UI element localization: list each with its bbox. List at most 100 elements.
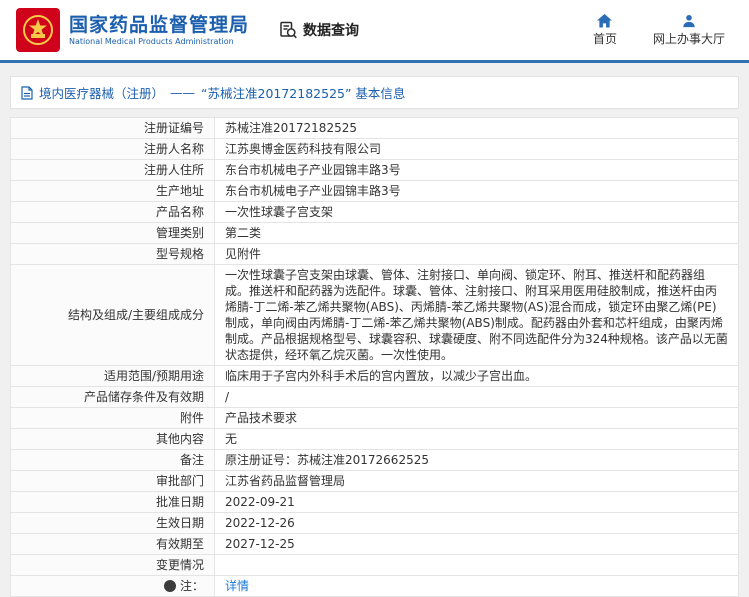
breadcrumb-category: 境内医疗器械（注册） [39,86,165,101]
row-value: 东台市机械电子产业园锦丰路3号 [214,180,739,202]
row-label: 审批部门 [10,470,215,492]
row-label-text: 管理类别 [155,226,204,240]
table-row: 注册证编号 苏械注准20172182525 [10,117,739,139]
table-row: 注册人名称 江苏奥博金医药科技有限公司 [10,138,739,160]
row-label-text: 注： [179,579,204,593]
user-icon [682,14,696,28]
nav-home-label: 首页 [592,31,617,46]
org-names: 国家药品监督管理局 National Medical Products Admi… [69,14,249,46]
row-label-text: 注册人住所 [143,163,204,177]
row-label: 备注 [10,449,215,471]
row-value: 2027-12-25 [214,533,739,555]
table-row: 注： 详情 [10,575,739,597]
table-row: 产品名称 一次性球囊子宫支架 [10,201,739,223]
site-header: 国家药品监督管理局 National Medical Products Admi… [0,0,749,63]
table-row: 适用范围/预期用途 临床用于子宫内外科手术后的宫内置放，以减少子宫出血。 [10,365,739,387]
table-row: 批准日期 2022-09-21 [10,491,739,513]
row-label-text: 型号规格 [155,247,204,261]
row-label-text: 审批部门 [155,474,204,488]
row-value: 临床用于子宫内外科手术后的宫内置放，以减少子宫出血。 [214,365,739,387]
row-label-text: 注册证编号 [143,121,204,135]
row-label: 生产地址 [10,180,215,202]
row-label-text: 附件 [179,411,204,425]
row-value: 东台市机械电子产业园锦丰路3号 [214,159,739,181]
row-value: 详情 [214,575,739,597]
row-label: 有效期至 [10,533,215,555]
home-icon [597,13,613,28]
row-label-text: 备注 [179,453,204,467]
detail-link[interactable]: 详情 [225,579,249,593]
nav-data-query[interactable]: 数据查询 [279,20,359,40]
row-value: 原注册证号：苏械注准20172662525 [214,449,739,471]
row-value: 2022-12-26 [214,512,739,534]
table-row: 生效日期 2022-12-26 [10,512,739,534]
row-label-text: 适用范围/预期用途 [103,369,204,383]
table-row: 结构及组成/主要组成成分 一次性球囊子宫支架由球囊、管体、注射接口、单向阀、锁定环… [10,264,739,366]
site-logo[interactable]: 国家药品监督管理局 National Medical Products Admi… [16,8,249,52]
row-label: 管理类别 [10,222,215,244]
row-label: 注册证编号 [10,117,215,139]
data-query-label: 数据查询 [303,23,360,39]
row-value: 2022-09-21 [214,491,739,513]
row-label: 产品储存条件及有效期 [10,386,215,408]
nav-service-hall-label: 网上办事大厅 [652,31,725,46]
row-value: 无 [214,428,739,450]
note-icon [163,580,176,592]
row-label-text: 注册人名称 [143,142,204,156]
table-row: 附件 产品技术要求 [10,407,739,429]
main-content: 境内医疗器械（注册） —— “苏械注准20172182525” 基本信息 注册证… [0,63,749,597]
row-value: 江苏省药品监督管理局 [214,470,739,492]
info-table-body: 注册证编号 苏械注准20172182525 注册人名称 江苏奥博金医药科技有限公司 注册… [10,117,739,597]
row-label-text: 有效期至 [155,537,204,551]
row-value: 一次性球囊子宫支架由球囊、管体、注射接口、单向阀、锁定环、附耳、推送杆和配药器组… [214,264,739,366]
page-title: “苏械注准20172182525” 基本信息 [201,86,406,101]
row-label-text: 结构及组成/主要组成成分 [67,308,204,322]
row-label: 附件 [10,407,215,429]
row-label: 型号规格 [10,243,215,265]
row-value: 江苏奥博金医药科技有限公司 [214,138,739,160]
row-label-text: 生产地址 [155,184,204,198]
header-nav: 首页 网上办事大厅 [592,13,733,47]
row-value: 一次性球囊子宫支架 [214,201,739,223]
breadcrumb: 境内医疗器械（注册） —— “苏械注准20172182525” 基本信息 [10,76,739,109]
table-row: 产品储存条件及有效期 / [10,386,739,408]
row-label: 产品名称 [10,201,215,223]
table-row: 其他内容无 [10,428,739,450]
document-icon [21,85,33,100]
row-label: 注： [10,575,215,597]
row-label-text: 其他内容 [155,432,204,446]
org-name-en: National Medical Products Administration [69,37,234,46]
row-value: 第二类 [214,222,739,244]
row-label-text: 产品储存条件及有效期 [83,390,204,404]
table-row: 备注 原注册证号：苏械注准20172662525 [10,449,739,471]
table-row: 审批部门 江苏省药品监督管理局 [10,470,739,492]
row-label: 其他内容 [10,428,215,450]
table-row: 型号规格 见附件 [10,243,739,265]
row-label: 批准日期 [10,491,215,513]
table-row: 管理类别 第二类 [10,222,739,244]
row-label: 适用范围/预期用途 [10,365,215,387]
row-label-text: 变更情况 [155,558,204,572]
row-label-text: 生效日期 [155,516,204,530]
row-label: 变更情况 [10,554,215,576]
row-label: 生效日期 [10,512,215,534]
row-label-text: 批准日期 [155,495,204,509]
nav-home[interactable]: 首页 [592,13,617,47]
data-query-icon [279,21,298,40]
row-label: 结构及组成/主要组成成分 [10,264,215,366]
row-value [214,554,739,576]
row-value: / [214,386,739,408]
table-row: 变更情况 [10,554,739,576]
table-row: 生产地址 东台市机械电子产业园锦丰路3号 [10,180,739,202]
row-value: 苏械注准20172182525 [214,117,739,139]
row-label: 注册人住所 [10,159,215,181]
table-row: 有效期至 2027-12-25 [10,533,739,555]
breadcrumb-separator: —— [170,85,196,100]
org-name-cn: 国家药品监督管理局 [69,14,250,36]
nav-service-hall[interactable]: 网上办事大厅 [653,14,725,47]
row-value: 产品技术要求 [214,407,739,429]
row-label: 注册人名称 [10,138,215,160]
row-label-text: 产品名称 [155,205,204,219]
nmpa-emblem-icon [16,8,60,52]
row-value: 见附件 [214,243,739,265]
